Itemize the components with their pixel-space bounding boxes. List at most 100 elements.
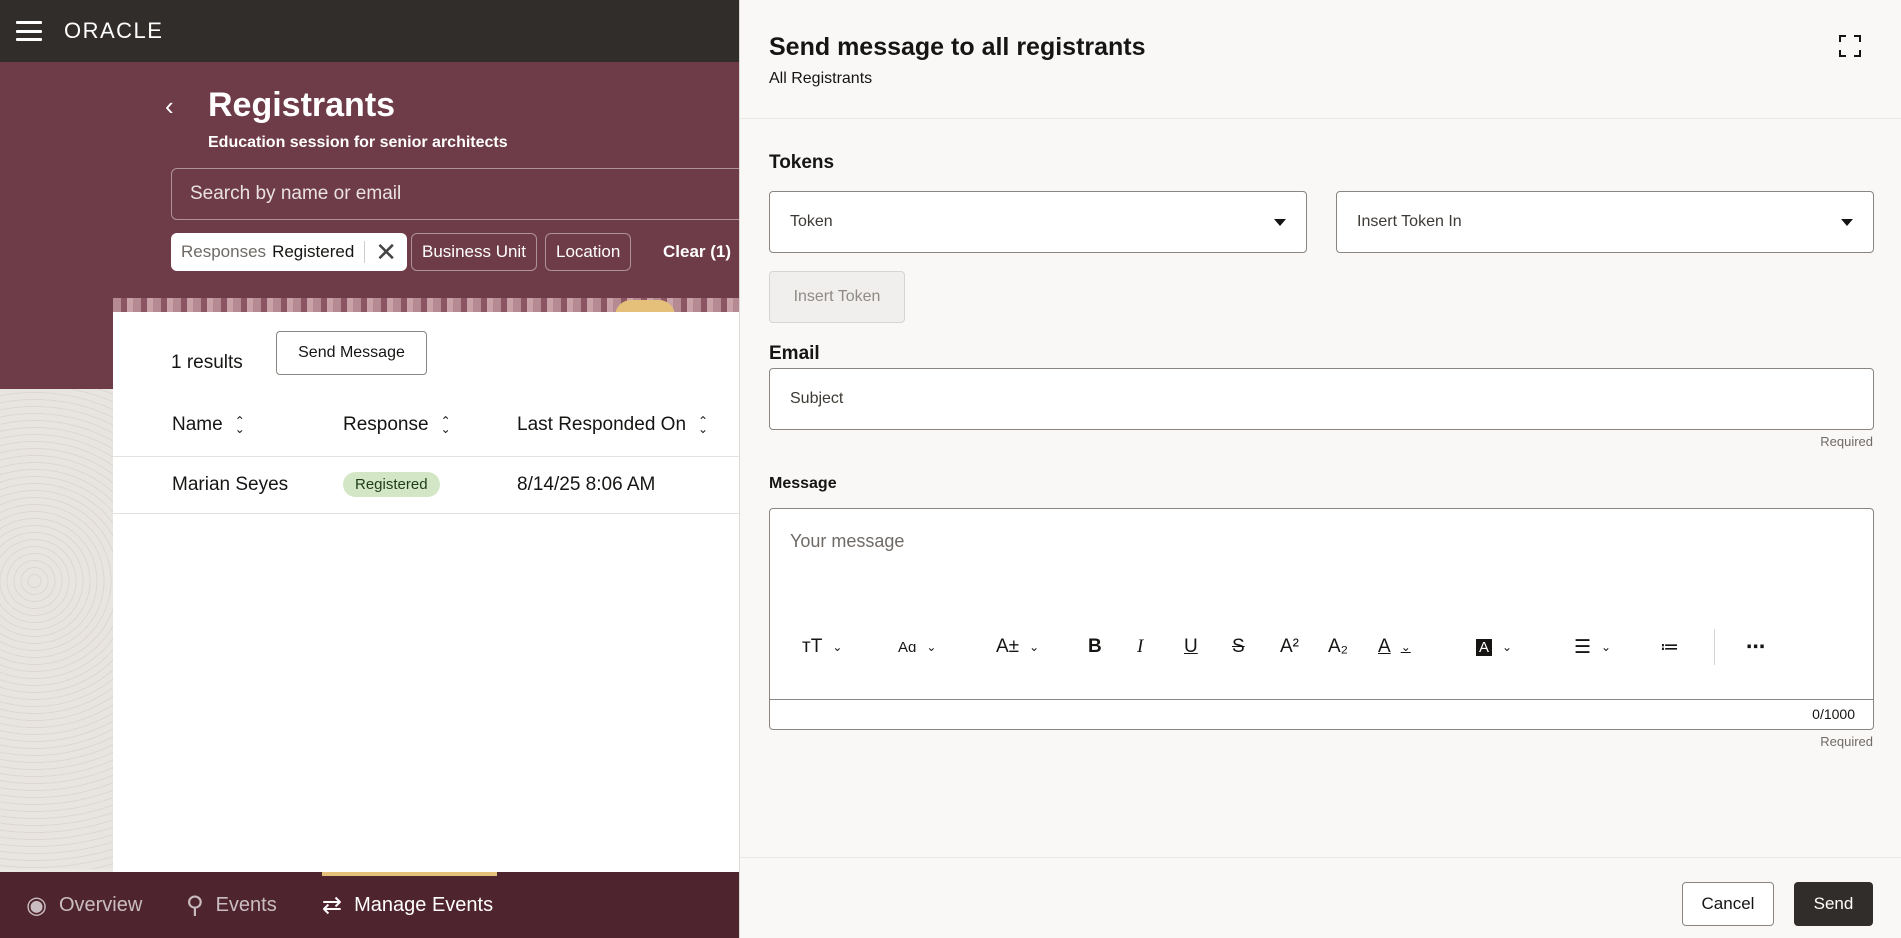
- message-editor[interactable]: Your message ᴛT ⌄ Aɑ ⌄ A± ⌄ B I U S A² A₂ A…: [769, 508, 1874, 730]
- filter-chip-label: Business Unit: [422, 242, 526, 261]
- results-card: 1 results Send Message Name ⌃ ⌄ Response …: [113, 312, 739, 872]
- message-label: Message: [769, 475, 837, 492]
- font-size-icon: A±: [996, 636, 1020, 657]
- message-placeholder: Your message: [790, 531, 905, 551]
- chevron-down-icon: ⌄: [926, 640, 937, 654]
- filter-chip-value: Registered: [272, 242, 355, 261]
- page-title: Registrants: [208, 86, 396, 124]
- column-header-name[interactable]: Name ⌃ ⌄: [172, 414, 245, 436]
- nav-label: Overview: [58, 893, 143, 916]
- underline-icon[interactable]: U: [1184, 629, 1198, 665]
- top-bar: ORACLE: [0, 0, 739, 62]
- chevron-down-icon: ⌄: [832, 640, 843, 654]
- subject-input[interactable]: Subject: [769, 368, 1874, 430]
- font-family-icon: Aɑ: [898, 638, 917, 656]
- column-header-label: Last Responded On: [517, 414, 687, 435]
- caret-down-icon: [1841, 218, 1853, 226]
- required-hint: Required: [1820, 434, 1873, 449]
- select-value: Insert Token In: [1357, 213, 1462, 230]
- cell-name: Marian Seyes: [172, 474, 289, 495]
- text-style-button[interactable]: ᴛT ⌄: [802, 629, 842, 665]
- toolbar-divider: [1714, 629, 1715, 665]
- required-hint: Required: [1820, 734, 1873, 749]
- filter-chip-responses[interactable]: Responses Registered ✕: [171, 233, 408, 271]
- header-divider: [740, 118, 1901, 119]
- drawer-subtitle: All Registrants: [769, 70, 873, 87]
- filter-chip-key: Responses: [181, 242, 267, 261]
- rich-text-toolbar: ᴛT ⌄ Aɑ ⌄ A± ⌄ B I U S A² A₂ A ⌄ A ⌄ ☰ ⌄ ≔ ⋯: [770, 629, 1873, 665]
- nav-overview[interactable]: ◉ Overview: [26, 872, 142, 938]
- column-header-last-responded[interactable]: Last Responded On ⌃ ⌄: [517, 414, 708, 436]
- email-label: Email: [769, 343, 820, 364]
- token-select[interactable]: Token: [769, 191, 1307, 253]
- back-chevron-icon[interactable]: ‹: [165, 93, 189, 119]
- send-button[interactable]: Send: [1794, 882, 1873, 926]
- column-header-label: Name: [172, 414, 223, 435]
- manage-events-icon: ⇄: [322, 891, 343, 919]
- text-size-icon: ᴛT: [802, 636, 823, 657]
- strikethrough-icon[interactable]: S: [1232, 629, 1245, 665]
- insert-token-in-select[interactable]: Insert Token In: [1336, 191, 1874, 253]
- cancel-button[interactable]: Cancel: [1682, 882, 1774, 926]
- results-count: 1 results: [171, 352, 243, 373]
- bullet-list-icon[interactable]: ≔: [1660, 629, 1679, 665]
- align-button[interactable]: ☰ ⌄: [1574, 629, 1611, 665]
- sort-icon[interactable]: ⌃ ⌄: [698, 415, 708, 435]
- filter-chip-label: Location: [556, 242, 621, 261]
- search-placeholder: Search by name or email: [190, 183, 402, 204]
- insert-token-button[interactable]: Insert Token: [769, 271, 905, 323]
- cell-last-responded: 8/14/25 8:06 AM: [517, 474, 656, 495]
- counter-divider: [770, 699, 1873, 700]
- drawer-title: Send message to all registrants: [769, 33, 1146, 61]
- column-header-response[interactable]: Response ⌃ ⌄: [343, 414, 451, 436]
- footer-divider: [740, 857, 1901, 858]
- superscript-icon[interactable]: A²: [1280, 629, 1299, 665]
- font-family-button[interactable]: Aɑ ⌄: [898, 629, 936, 665]
- eye-icon: ◉: [26, 891, 47, 919]
- filter-chip-location[interactable]: Location: [545, 233, 632, 271]
- highlight-color-button[interactable]: A ⌄: [1476, 629, 1512, 665]
- expand-icon[interactable]: [1839, 35, 1861, 57]
- sort-icon[interactable]: ⌃ ⌄: [235, 415, 245, 435]
- table-divider: [113, 456, 739, 457]
- search-input[interactable]: Search by name or email: [171, 168, 739, 220]
- text-color-button[interactable]: A ⌄: [1378, 629, 1411, 665]
- sort-icon[interactable]: ⌃ ⌄: [441, 415, 451, 435]
- send-message-drawer: Send message to all registrants All Regi…: [739, 0, 1901, 938]
- italic-icon[interactable]: I: [1137, 629, 1143, 665]
- select-value: Token: [790, 213, 833, 230]
- nav-events[interactable]: ⚲ Events: [186, 872, 277, 938]
- page-subtitle: Education session for senior architects: [208, 134, 508, 151]
- nav-label: Manage Events: [354, 893, 494, 916]
- character-counter: 0/1000: [1812, 706, 1855, 722]
- status-badge: Registered: [343, 472, 440, 497]
- send-message-button[interactable]: Send Message: [276, 331, 427, 375]
- bold-icon[interactable]: B: [1088, 629, 1102, 665]
- subject-placeholder: Subject: [790, 390, 844, 407]
- chevron-down-icon: ⌄: [1400, 640, 1411, 654]
- caret-down-icon: [1274, 218, 1286, 226]
- clear-filters-link[interactable]: Clear (1): [663, 242, 731, 262]
- subscript-icon[interactable]: A₂: [1328, 629, 1348, 665]
- chip-divider: [364, 241, 366, 263]
- oracle-logo: ORACLE: [64, 18, 164, 43]
- nav-manage-events[interactable]: ⇄ Manage Events: [322, 872, 493, 938]
- align-left-icon: ☰: [1574, 636, 1592, 658]
- tokens-label: Tokens: [769, 152, 835, 173]
- hamburger-menu-icon[interactable]: [16, 21, 42, 41]
- chevron-down-icon: ⌄: [1502, 640, 1513, 654]
- more-options-icon[interactable]: ⋯: [1746, 629, 1765, 665]
- search-icon: ⚲: [186, 891, 204, 919]
- remove-filter-icon[interactable]: ✕: [375, 239, 397, 265]
- chevron-down-icon: ⌄: [1601, 640, 1612, 654]
- text-color-icon: A: [1378, 636, 1391, 657]
- background-pattern: [0, 389, 115, 869]
- highlight-color-icon: A: [1476, 638, 1493, 656]
- filter-chip-business-unit[interactable]: Business Unit: [411, 233, 537, 271]
- registrants-page: ORACLE ‹ Registrants Education session f…: [0, 0, 739, 938]
- chevron-down-icon: ⌄: [1029, 640, 1040, 654]
- bottom-nav: ◉ Overview ⚲ Events ⇄ Manage Events: [0, 872, 739, 938]
- column-header-label: Response: [343, 414, 429, 435]
- font-size-button[interactable]: A± ⌄: [996, 629, 1039, 665]
- table-divider: [113, 513, 739, 514]
